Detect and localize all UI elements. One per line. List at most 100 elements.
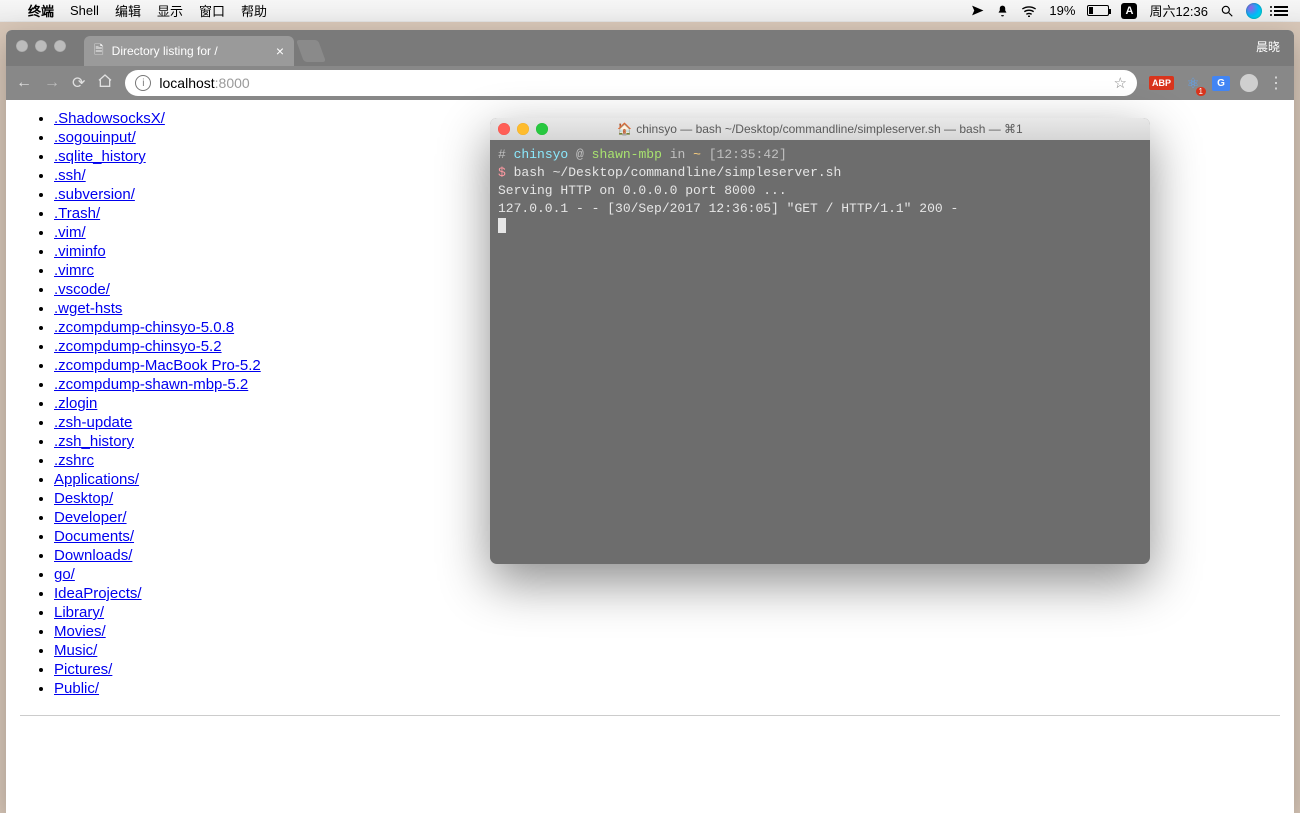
directory-link[interactable]: Music/: [54, 642, 97, 659]
terminal-title: 🏠chinsyo — bash ~/Desktop/commandline/si…: [490, 122, 1150, 136]
browser-menu-icon[interactable]: ⋮: [1268, 73, 1284, 93]
list-item: go/: [54, 566, 1280, 583]
prompt-time: [12:35:42]: [709, 147, 787, 162]
directory-link[interactable]: Desktop/: [54, 490, 113, 507]
back-button[interactable]: ←: [16, 74, 32, 92]
badge-count: 1: [1196, 87, 1206, 96]
prompt-host: shawn-mbp: [592, 147, 662, 162]
prompt-dir: ~: [693, 147, 701, 162]
menubar-clock[interactable]: 周六12:36: [1149, 1, 1208, 20]
url-host: localhost: [159, 75, 214, 91]
directory-link[interactable]: Movies/: [54, 623, 106, 640]
directory-link[interactable]: .zsh-update: [54, 414, 132, 431]
tab-title: Directory listing for /: [112, 44, 218, 58]
terminal-window[interactable]: 🏠chinsyo — bash ~/Desktop/commandline/si…: [490, 118, 1150, 564]
react-devtools-icon[interactable]: ⚛1: [1184, 74, 1202, 92]
directory-link[interactable]: .zcompdump-chinsyo-5.0.8: [54, 319, 234, 336]
battery-percent: 19%: [1049, 3, 1075, 18]
directory-link[interactable]: go/: [54, 566, 75, 583]
directory-link[interactable]: Downloads/: [54, 547, 132, 564]
adblock-icon[interactable]: ABP: [1149, 76, 1174, 90]
directory-link[interactable]: IdeaProjects/: [54, 585, 142, 602]
prompt-user: chinsyo: [514, 147, 569, 162]
terminal-output-line: Serving HTTP on 0.0.0.0 port 8000 ...: [498, 183, 787, 198]
window-zoom-icon[interactable]: [54, 40, 66, 52]
profile-avatar-icon[interactable]: [1240, 74, 1258, 92]
window-close-icon[interactable]: [16, 40, 28, 52]
directory-link[interactable]: .viminfo: [54, 243, 106, 260]
siri-icon[interactable]: [1246, 3, 1262, 19]
prompt-in: in: [670, 147, 686, 162]
menu-window[interactable]: 窗口: [199, 1, 225, 20]
directory-link[interactable]: .wget-hsts: [54, 300, 122, 317]
directory-link[interactable]: Applications/: [54, 471, 139, 488]
wifi-icon[interactable]: [1021, 5, 1037, 17]
terminal-command: bash ~/Desktop/commandline/simpleserver.…: [514, 165, 842, 180]
directory-link[interactable]: .zlogin: [54, 395, 97, 412]
menu-help[interactable]: 帮助: [241, 1, 267, 20]
battery-icon[interactable]: [1087, 5, 1109, 16]
directory-link[interactable]: .zcompdump-MacBook Pro-5.2: [54, 357, 261, 374]
directory-link[interactable]: .ssh/: [54, 167, 86, 184]
terminal-close-icon[interactable]: [498, 123, 510, 135]
directory-link[interactable]: .zshrc: [54, 452, 94, 469]
menu-edit[interactable]: 编辑: [115, 1, 141, 20]
macos-menubar: 终端 Shell 编辑 显示 窗口 帮助 19% A 周六12:36: [0, 0, 1300, 22]
window-controls[interactable]: [16, 40, 66, 52]
notification-center-icon[interactable]: [1274, 6, 1288, 16]
list-item: Movies/: [54, 623, 1280, 640]
directory-link[interactable]: Pictures/: [54, 661, 112, 678]
menubar-left: 终端 Shell 编辑 显示 窗口 帮助: [12, 1, 267, 20]
directory-link[interactable]: Public/: [54, 680, 99, 697]
location-icon[interactable]: [971, 4, 984, 17]
browser-tab[interactable]: 🗎 Directory listing for / ×: [84, 36, 294, 66]
menu-shell[interactable]: Shell: [70, 3, 99, 18]
directory-link[interactable]: .zcompdump-chinsyo-5.2: [54, 338, 222, 355]
terminal-zoom-icon[interactable]: [536, 123, 548, 135]
terminal-output-line: 127.0.0.1 - - [30/Sep/2017 12:36:05] "GE…: [498, 201, 958, 216]
terminal-cursor: [498, 218, 506, 233]
window-minimize-icon[interactable]: [35, 40, 47, 52]
browser-toolbar: ← → ⟳ i localhost:8000 ☆ ABP ⚛1 G ⋮: [6, 66, 1294, 100]
prompt-dollar: $: [498, 165, 506, 180]
directory-link[interactable]: .vim/: [54, 224, 86, 241]
bookmark-star-icon[interactable]: ☆: [1114, 74, 1127, 92]
directory-link[interactable]: .sqlite_history: [54, 148, 146, 165]
directory-link[interactable]: .Trash/: [54, 205, 100, 222]
new-tab-button[interactable]: [296, 40, 326, 62]
menubar-app-name[interactable]: 终端: [28, 1, 54, 20]
directory-link[interactable]: .vscode/: [54, 281, 110, 298]
directory-link[interactable]: .zsh_history: [54, 433, 134, 450]
terminal-titlebar[interactable]: 🏠chinsyo — bash ~/Desktop/commandline/si…: [490, 118, 1150, 140]
list-item: Pictures/: [54, 661, 1280, 678]
menubar-right: 19% A 周六12:36: [971, 1, 1288, 20]
tab-close-icon[interactable]: ×: [276, 43, 284, 59]
forward-button[interactable]: →: [44, 74, 60, 92]
terminal-minimize-icon[interactable]: [517, 123, 529, 135]
prompt-at: @: [576, 147, 584, 162]
directory-link[interactable]: .subversion/: [54, 186, 135, 203]
directory-link[interactable]: Library/: [54, 604, 104, 621]
reload-button[interactable]: ⟳: [72, 73, 85, 93]
terminal-body[interactable]: # chinsyo @ shawn-mbp in ~ [12:35:42] $ …: [490, 140, 1150, 243]
directory-link[interactable]: Documents/: [54, 528, 134, 545]
terminal-window-controls[interactable]: [498, 123, 548, 135]
prompt-hash: #: [498, 147, 506, 162]
directory-link[interactable]: .vimrc: [54, 262, 94, 279]
site-info-icon[interactable]: i: [135, 75, 151, 91]
list-item: IdeaProjects/: [54, 585, 1280, 602]
input-method-icon[interactable]: A: [1121, 3, 1137, 19]
divider: [20, 715, 1280, 716]
notification-icon[interactable]: [996, 4, 1009, 18]
home-button[interactable]: [97, 73, 113, 94]
list-item: Library/: [54, 604, 1280, 621]
spotlight-icon[interactable]: [1220, 4, 1234, 18]
google-translate-icon[interactable]: G: [1212, 76, 1230, 91]
directory-link[interactable]: .ShadowsocksX/: [54, 110, 165, 127]
directory-link[interactable]: .sogouinput/: [54, 129, 136, 146]
tabstrip-user-label[interactable]: 晨晓: [1256, 38, 1280, 55]
address-bar[interactable]: i localhost:8000 ☆: [125, 70, 1137, 96]
directory-link[interactable]: .zcompdump-shawn-mbp-5.2: [54, 376, 248, 393]
menu-view[interactable]: 显示: [157, 1, 183, 20]
directory-link[interactable]: Developer/: [54, 509, 127, 526]
